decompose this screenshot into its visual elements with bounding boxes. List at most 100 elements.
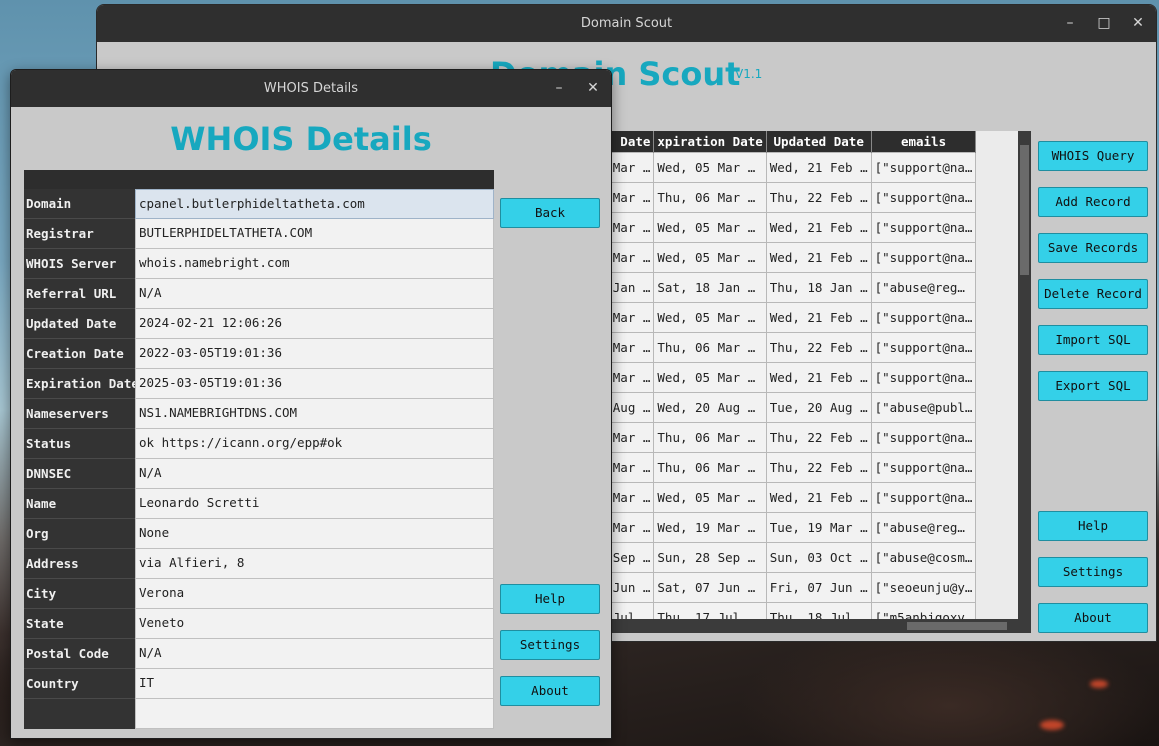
export-sql-button[interactable]: Export SQL (1038, 371, 1148, 401)
table-cell[interactable]: Wed, 05 Mar … (653, 241, 767, 273)
whois-about-button[interactable]: About (500, 676, 600, 706)
detail-value[interactable]: N/A (135, 279, 494, 309)
detail-value[interactable]: via Alfieri, 8 (135, 549, 494, 579)
detail-value[interactable]: 2024-02-21 12:06:26 (135, 309, 494, 339)
detail-row[interactable]: Org None (24, 519, 494, 549)
detail-value[interactable]: cpanel.butlerphideltatheta.com (135, 189, 494, 219)
whois-settings-button[interactable]: Settings (500, 630, 600, 660)
table-cell[interactable]: ["support@na… (870, 421, 977, 453)
table-cell[interactable]: ["support@na… (870, 361, 977, 393)
detail-value[interactable]: 2025-03-05T19:01:36 (135, 369, 494, 399)
maximize-icon[interactable]: □ (1096, 5, 1112, 42)
table-cell[interactable]: Fri, 07 Jun … (765, 571, 872, 603)
table-cell[interactable]: ["abuse@publ… (870, 391, 977, 423)
table-cell[interactable]: Thu, 06 Mar … (653, 451, 767, 483)
save-records-button[interactable]: Save Records (1038, 233, 1148, 263)
table-cell[interactable]: ["abuse@reg… (870, 511, 977, 543)
column-header[interactable]: xpiration Date (653, 131, 767, 152)
table-cell[interactable]: Thu, 06 Mar … (653, 331, 767, 363)
table-cell[interactable]: Thu, 22 Feb … (765, 451, 872, 483)
detail-value[interactable]: 2022-03-05T19:01:36 (135, 339, 494, 369)
table-cell[interactable]: Wed, 05 Mar … (653, 301, 767, 333)
table-cell[interactable]: Thu, 18 Jan … (765, 271, 872, 303)
table-cell[interactable]: Wed, 05 Mar … (653, 481, 767, 513)
table-cell[interactable]: ["abuse@reg… (870, 271, 977, 303)
add-record-button[interactable]: Add Record (1038, 187, 1148, 217)
detail-row[interactable]: Updated Date 2024-02-21 12:06:26 (24, 309, 494, 339)
scroll-thumb[interactable] (1020, 145, 1029, 275)
main-titlebar[interactable]: Domain Scout – □ ✕ (97, 5, 1156, 42)
table-cell[interactable]: Thu, 22 Feb … (765, 421, 872, 453)
detail-row[interactable]: Domain cpanel.butlerphideltatheta.com (24, 189, 494, 219)
close-icon[interactable]: ✕ (585, 70, 601, 107)
table-cell[interactable]: Wed, 05 Mar … (653, 151, 767, 183)
table-cell[interactable]: ["support@na… (870, 331, 977, 363)
detail-row[interactable]: City Verona (24, 579, 494, 609)
table-cell[interactable]: Wed, 05 Mar … (653, 211, 767, 243)
back-button[interactable]: Back (500, 198, 600, 228)
detail-value[interactable]: None (135, 519, 494, 549)
table-cell[interactable]: ["support@na… (870, 481, 977, 513)
table-cell[interactable]: Sat, 07 Jun … (653, 571, 767, 603)
detail-row[interactable]: Name Leonardo Scretti (24, 489, 494, 519)
detail-row[interactable]: Registrar BUTLERPHIDELTATHETA.COM (24, 219, 494, 249)
table-cell[interactable]: Wed, 05 Mar … (653, 361, 767, 393)
table-cell[interactable]: Wed, 21 Feb … (765, 361, 872, 393)
table-cell[interactable]: ["support@na… (870, 151, 977, 183)
table-cell[interactable]: ["support@na… (870, 451, 977, 483)
detail-row[interactable]: Postal Code N/A (24, 639, 494, 669)
table-cell[interactable]: ["support@na… (870, 181, 977, 213)
detail-value[interactable]: Veneto (135, 609, 494, 639)
import-sql-button[interactable]: Import SQL (1038, 325, 1148, 355)
table-cell[interactable]: Sat, 18 Jan … (653, 271, 767, 303)
detail-value[interactable]: Verona (135, 579, 494, 609)
table-cell[interactable]: ["support@na… (870, 211, 977, 243)
whois-help-button[interactable]: Help (500, 584, 600, 614)
detail-value[interactable]: ok https://icann.org/epp#ok (135, 429, 494, 459)
detail-row[interactable]: State Veneto (24, 609, 494, 639)
table-cell[interactable]: Wed, 21 Feb … (765, 211, 872, 243)
table-cell[interactable]: Thu, 22 Feb … (765, 181, 872, 213)
about-button[interactable]: About (1038, 603, 1148, 633)
whois-titlebar[interactable]: WHOIS Details – ✕ (11, 70, 611, 107)
table-cell[interactable]: Thu, 22 Feb … (765, 331, 872, 363)
table-cell[interactable]: Sun, 28 Sep … (653, 541, 767, 573)
detail-value[interactable]: NS1.NAMEBRIGHTDNS.COM (135, 399, 494, 429)
detail-row[interactable]: Nameservers NS1.NAMEBRIGHTDNS.COM (24, 399, 494, 429)
table-cell[interactable]: Wed, 20 Aug … (653, 391, 767, 423)
table-cell[interactable]: Wed, 21 Feb … (765, 151, 872, 183)
minimize-icon[interactable]: – (1062, 5, 1078, 42)
delete-record-button[interactable]: Delete Record (1038, 279, 1148, 309)
detail-value[interactable]: N/A (135, 459, 494, 489)
close-icon[interactable]: ✕ (1130, 5, 1146, 42)
detail-value[interactable]: Leonardo Scretti (135, 489, 494, 519)
detail-value[interactable]: whois.namebright.com (135, 249, 494, 279)
table-cell[interactable]: Tue, 20 Aug … (765, 391, 872, 423)
detail-row[interactable]: Status ok https://icann.org/epp#ok (24, 429, 494, 459)
table-cell[interactable]: Thu, 06 Mar … (653, 421, 767, 453)
table-cell[interactable]: ["support@na… (870, 301, 977, 333)
scroll-thumb[interactable] (907, 622, 1007, 630)
detail-row[interactable]: Country IT (24, 669, 494, 699)
table-cell[interactable]: ["abuse@cosm… (870, 541, 977, 573)
detail-value[interactable]: IT (135, 669, 494, 699)
column-header[interactable]: Updated Date (766, 131, 872, 152)
detail-row[interactable]: Referral URL N/A (24, 279, 494, 309)
table-cell[interactable]: Thu, 06 Mar … (653, 181, 767, 213)
column-header[interactable]: emails (871, 131, 977, 152)
detail-row[interactable]: Expiration Date 2025-03-05T19:01:36 (24, 369, 494, 399)
help-button[interactable]: Help (1038, 511, 1148, 541)
minimize-icon[interactable]: – (551, 70, 567, 107)
detail-row[interactable]: Creation Date 2022-03-05T19:01:36 (24, 339, 494, 369)
detail-row[interactable]: Address via Alfieri, 8 (24, 549, 494, 579)
detail-row[interactable]: WHOIS Server whois.namebright.com (24, 249, 494, 279)
table-cell[interactable]: Wed, 21 Feb … (765, 301, 872, 333)
table-cell[interactable]: Wed, 21 Feb … (765, 481, 872, 513)
table-cell[interactable]: ["seoeunju@y… (870, 571, 977, 603)
detail-value[interactable]: BUTLERPHIDELTATHETA.COM (135, 219, 494, 249)
whois-query-button[interactable]: WHOIS Query (1038, 141, 1148, 171)
table-vertical-scrollbar[interactable] (1018, 131, 1031, 633)
settings-button[interactable]: Settings (1038, 557, 1148, 587)
detail-value[interactable]: N/A (135, 639, 494, 669)
table-cell[interactable]: Wed, 19 Mar … (653, 511, 767, 543)
